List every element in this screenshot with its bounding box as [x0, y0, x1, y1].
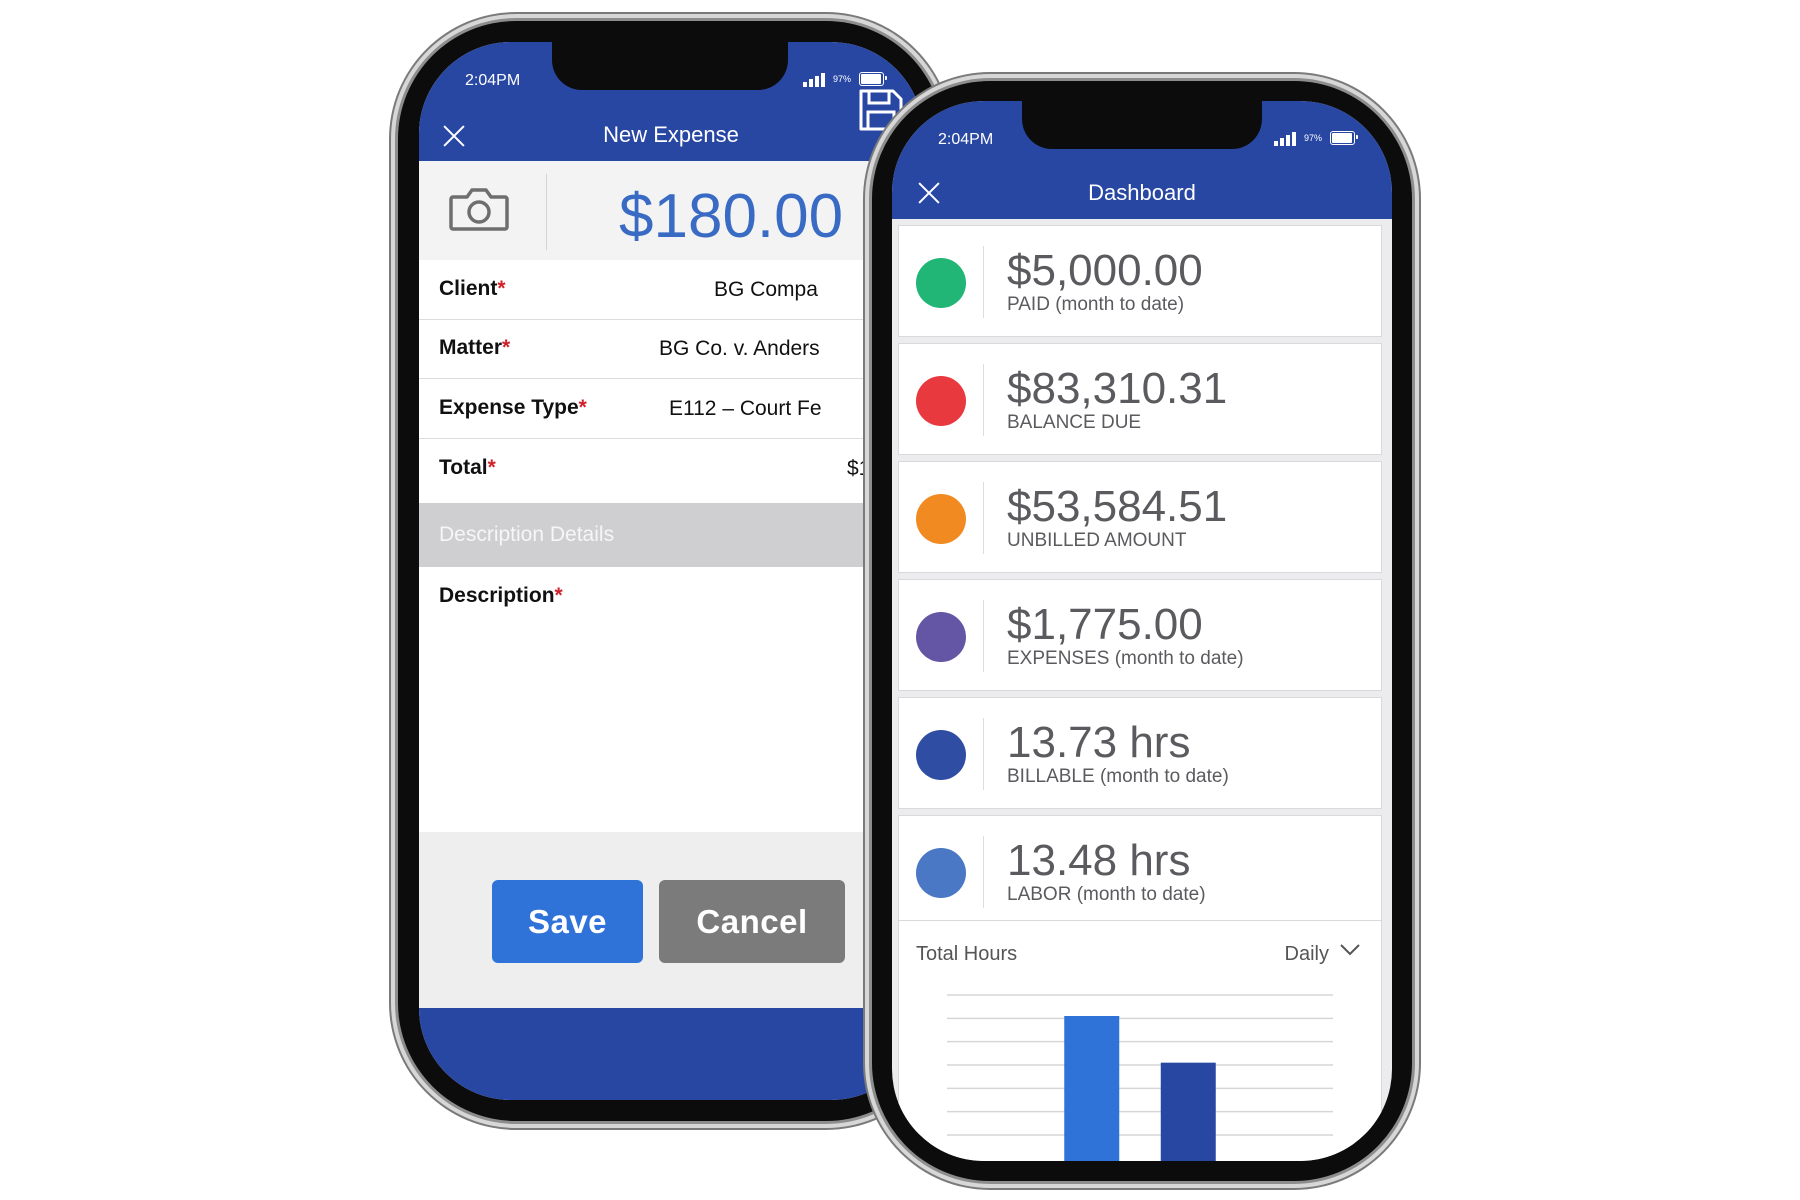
metric-value: 13.73 hrs: [1007, 718, 1191, 767]
expense-phone: 2:04PM 97% New Expense $180.00 Client* B…: [398, 21, 944, 1121]
metric-label: BILLABLE (month to date): [1007, 766, 1229, 787]
expense-type-field[interactable]: Expense Type* E112 – Court Fe: [419, 379, 923, 439]
button-area: Save Cancel: [419, 832, 923, 1008]
client-label: Client*: [439, 277, 506, 300]
metric-value: $1,775.00: [1007, 600, 1203, 649]
matter-value: BG Co. v. Anders: [659, 337, 820, 360]
phone-notch: [552, 42, 788, 90]
card-divider: [983, 364, 984, 436]
matter-field[interactable]: Matter* BG Co. v. Anders: [419, 319, 923, 379]
metric-label: BALANCE DUE: [1007, 412, 1142, 433]
status-dot: [916, 376, 966, 426]
status-dot: [916, 258, 966, 308]
card-divider: [983, 718, 984, 790]
metric-card-labor[interactable]: 13.48 hrs LABOR (month to date): [898, 815, 1382, 927]
chart-bar[interactable]: [1160, 1062, 1216, 1161]
battery-percent: 97%: [1304, 133, 1323, 143]
total-label: Total*: [439, 456, 496, 479]
dashboard-screen: 2:04PM 97% Dashboard $5,000.00 PAID (mon…: [892, 101, 1392, 1161]
battery-icon: [1330, 131, 1359, 145]
expense-amount[interactable]: $180.00: [619, 181, 843, 252]
status-indicators: 97%: [1274, 130, 1359, 146]
matter-label: Matter*: [439, 336, 511, 359]
metric-value: 13.48 hrs: [1007, 836, 1191, 885]
battery-icon: [859, 72, 888, 86]
expense-type-value: E112 – Court Fe: [669, 397, 822, 420]
metric-label: LABOR (month to date): [1007, 884, 1206, 905]
metric-card-balance-due[interactable]: $83,310.31 BALANCE DUE: [898, 343, 1382, 455]
status-dot: [916, 612, 966, 662]
metric-label: PAID (month to date): [1007, 294, 1185, 315]
page-title: Dashboard: [1088, 180, 1196, 205]
metric-value: $53,584.51: [1007, 482, 1228, 531]
card-divider: [983, 836, 984, 908]
client-field[interactable]: Client* BG Compa: [419, 260, 923, 320]
total-field[interactable]: Total* $1: [419, 439, 923, 498]
status-dot: [916, 848, 966, 898]
metric-value: $83,310.31: [1007, 364, 1228, 413]
metric-card-paid[interactable]: $5,000.00 PAID (month to date): [898, 225, 1382, 337]
page-title: New Expense: [603, 122, 739, 147]
signal-icon: [803, 71, 825, 87]
camera-icon[interactable]: [449, 187, 509, 231]
total-hours-chart-card: Total Hours Daily: [898, 920, 1382, 1161]
phone-notch: [1022, 101, 1262, 149]
save-button[interactable]: Save: [492, 880, 643, 963]
chart-bar[interactable]: [1064, 1016, 1120, 1161]
card-divider: [983, 246, 984, 318]
metric-card-billable[interactable]: 13.73 hrs BILLABLE (month to date): [898, 697, 1382, 809]
card-divider: [983, 482, 984, 554]
amount-row: $180.00: [419, 161, 923, 260]
status-time: 2:04PM: [938, 131, 994, 148]
battery-percent: 97%: [833, 74, 852, 84]
total-value: $1: [847, 457, 871, 480]
amount-divider: [546, 174, 547, 250]
metric-label: UNBILLED AMOUNT: [1007, 530, 1187, 551]
signal-icon: [1274, 130, 1296, 146]
description-section-header: Description Details: [419, 503, 923, 567]
metric-card-unbilled[interactable]: $53,584.51 UNBILLED AMOUNT: [898, 461, 1382, 573]
expense-type-label: Expense Type*: [439, 396, 587, 419]
client-value: BG Compa: [714, 278, 818, 301]
description-label[interactable]: Description*: [439, 584, 563, 608]
status-dot: [916, 494, 966, 544]
metric-label: EXPENSES (month to date): [1007, 648, 1244, 669]
metric-card-expenses[interactable]: $1,775.00 EXPENSES (month to date): [898, 579, 1382, 691]
metric-value: $5,000.00: [1007, 246, 1203, 295]
dashboard-phone: 2:04PM 97% Dashboard $5,000.00 PAID (mon…: [872, 81, 1412, 1181]
status-dot: [916, 730, 966, 780]
status-indicators: 97%: [803, 71, 888, 87]
expense-screen: 2:04PM 97% New Expense $180.00 Client* B…: [419, 42, 923, 1100]
card-divider: [983, 600, 984, 672]
cancel-button[interactable]: Cancel: [659, 880, 845, 963]
bottom-bar: [419, 1008, 923, 1100]
status-time: 2:04PM: [465, 72, 521, 89]
total-hours-chart: [947, 994, 1333, 1161]
